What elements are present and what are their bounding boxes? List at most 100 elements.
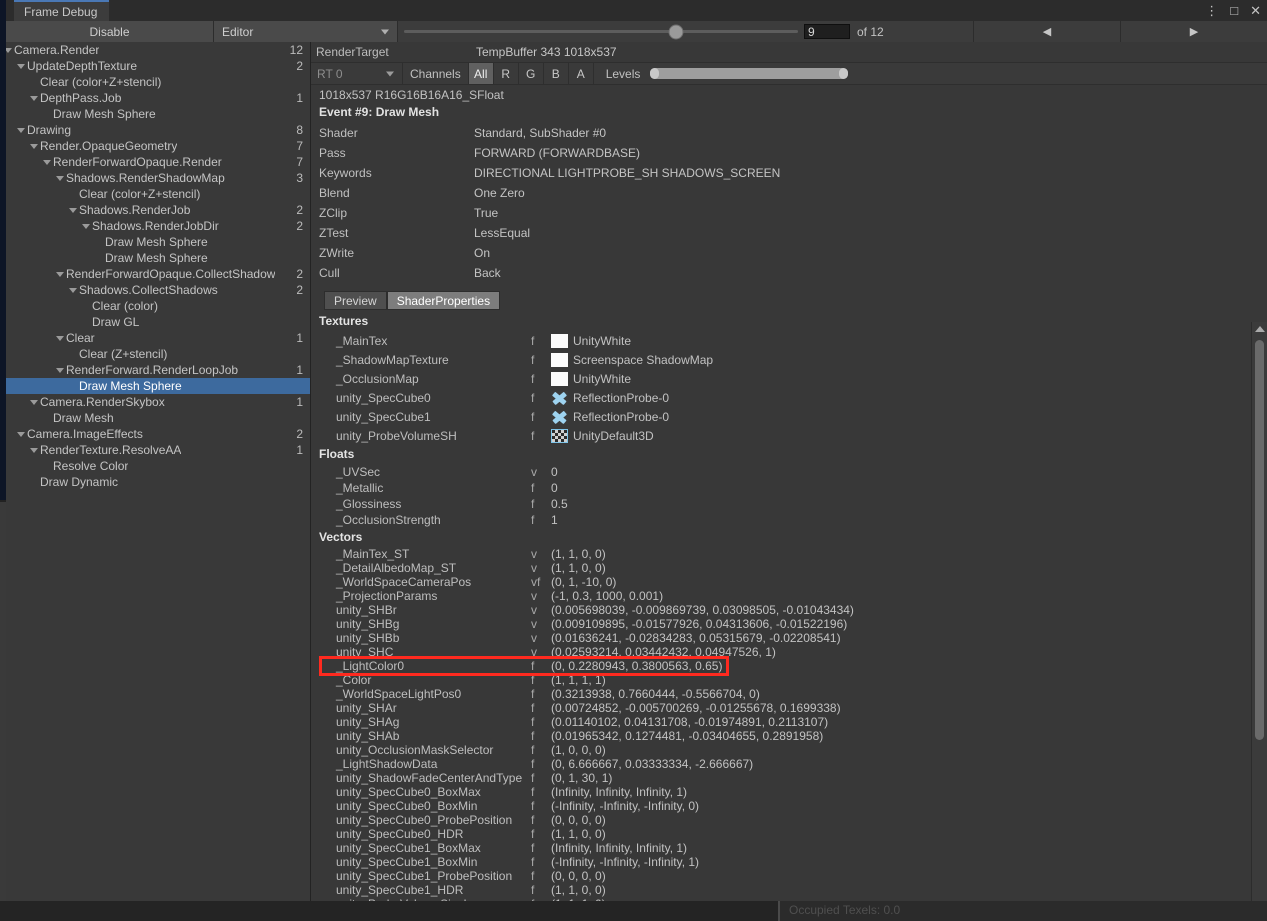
tree-item[interactable]: Shadows.CollectShadows 2 (6, 282, 310, 298)
texture-name: Screenspace ShadowMap (573, 352, 714, 367)
event-slider-knob[interactable] (668, 24, 684, 39)
tree-item[interactable]: Camera.ImageEffects 2 (6, 426, 310, 442)
tree-item[interactable]: Clear (Z+stencil) (6, 346, 310, 362)
tree-item-label: Clear (Z+stencil) (79, 347, 168, 361)
chevron-down-icon[interactable] (82, 223, 90, 229)
chevron-down-icon[interactable] (30, 399, 38, 405)
chevron-down-icon[interactable] (17, 431, 25, 437)
tree-item[interactable]: RenderForwardOpaque.Render 7 (6, 154, 310, 170)
chevron-down-icon[interactable] (56, 367, 64, 373)
property-type: f (531, 673, 535, 687)
property-row: unity_SHBr v (0.005698039, -0.009869739, 0… (311, 603, 1267, 617)
tree-item[interactable]: UpdateDepthTexture 2 (6, 58, 310, 74)
tree-item[interactable]: Clear 1 (6, 330, 310, 346)
next-event-button[interactable]: ▶ (1120, 21, 1267, 42)
kebab-menu-icon[interactable]: ⋮ (1205, 4, 1218, 17)
tree-item[interactable]: RenderTexture.ResolveAA 1 (6, 442, 310, 458)
tree-item-label: Clear (color+Z+stencil) (40, 75, 162, 89)
event-property-key: Pass (319, 146, 346, 160)
tree-item[interactable]: Render.OpaqueGeometry 7 (6, 138, 310, 154)
property-row: _DetailAlbedoMap_ST v (1, 1, 0, 0) (311, 561, 1267, 575)
tree-item[interactable]: RenderForward.RenderLoopJob 1 (6, 362, 310, 378)
tree-item[interactable]: Shadows.RenderShadowMap 3 (6, 170, 310, 186)
tree-item[interactable]: Clear (color+Z+stencil) (6, 74, 310, 90)
chevron-down-icon[interactable] (17, 127, 25, 133)
property-value: (1, 1, 0, 0) (551, 827, 606, 841)
tab-preview[interactable]: Preview (324, 291, 387, 310)
property-value: (-1, 0.3, 1000, 0.001) (551, 589, 664, 603)
property-name: unity_SHC (336, 645, 394, 659)
disable-button[interactable]: Disable (6, 21, 214, 42)
tree-item[interactable]: Draw Mesh Sphere (6, 234, 310, 250)
chevron-down-icon[interactable] (56, 175, 64, 181)
tree-item[interactable]: Shadows.RenderJobDir 2 (6, 218, 310, 234)
event-slider[interactable] (398, 21, 804, 42)
property-value: (0.02593214, 0.03442432, 0.04947526, 1) (551, 645, 776, 659)
property-row: unity_SpecCube0_BoxMax f (Infinity, Infini… (311, 785, 1267, 799)
tree-item[interactable]: Draw GL (6, 314, 310, 330)
scroll-up-icon[interactable] (1254, 326, 1265, 332)
chevron-down-icon[interactable] (56, 335, 64, 341)
chevron-down-icon[interactable] (56, 271, 64, 277)
detail-scrollbar[interactable] (1251, 322, 1267, 912)
tree-item[interactable]: DepthPass.Job 1 (6, 90, 310, 106)
tree-item-label: Shadows.CollectShadows (79, 283, 218, 297)
tab-frame-debug[interactable]: Frame Debug (14, 0, 110, 21)
chevron-down-icon[interactable] (30, 447, 38, 453)
tree-item-count: 8 (296, 123, 303, 137)
channel-button-b[interactable]: B (542, 63, 568, 84)
tree-item[interactable]: RenderForwardOpaque.CollectShadow 2 (6, 266, 310, 282)
chevron-down-icon[interactable] (30, 143, 38, 149)
chevron-down-icon[interactable] (17, 63, 25, 69)
tree-item-count: 7 (296, 139, 303, 153)
tree-item[interactable]: Clear (color) (6, 298, 310, 314)
levels-max-handle[interactable] (839, 68, 849, 79)
tab-shaderproperties[interactable]: ShaderProperties (386, 291, 501, 310)
channel-button-r[interactable]: R (492, 63, 518, 84)
rt-select-dropdown[interactable]: RT 0 (311, 63, 403, 84)
property-type: v (531, 589, 537, 603)
event-index-input[interactable]: 9 (804, 24, 850, 39)
tree-item[interactable]: Draw Dynamic (6, 474, 310, 490)
chevron-down-icon[interactable] (43, 159, 51, 165)
tree-item[interactable]: Clear (color+Z+stencil) (6, 186, 310, 202)
tree-item[interactable]: Draw Mesh (6, 410, 310, 426)
levels-min-handle[interactable] (650, 68, 660, 79)
tree-item[interactable]: Camera.RenderSkybox 1 (6, 394, 310, 410)
event-tree[interactable]: Camera.Render 12 UpdateDepthTexture 2 Clear … (6, 42, 311, 912)
close-icon[interactable]: ✕ (1250, 4, 1261, 17)
tree-item[interactable]: Resolve Color (6, 458, 310, 474)
tree-item[interactable]: Draw Mesh Sphere (6, 378, 310, 394)
property-row: unity_SpecCube1_BoxMax f (Infinity, Infini… (311, 841, 1267, 855)
tree-item[interactable]: Draw Mesh Sphere (6, 250, 310, 266)
tree-item[interactable]: Camera.Render 12 (6, 42, 310, 58)
rt-format-label: 1018x537 R16G16B16A16_SFloat (319, 88, 504, 102)
tree-item-label: UpdateDepthTexture (27, 59, 138, 73)
tree-item[interactable]: Draw Mesh Sphere (6, 106, 310, 122)
chevron-down-icon[interactable] (6, 47, 12, 53)
property-value: (Infinity, Infinity, Infinity, 1) (551, 785, 688, 799)
scrollbar-thumb[interactable] (1255, 340, 1264, 740)
chevron-down-icon[interactable] (30, 95, 38, 101)
property-name: unity_SpecCube0 (336, 390, 431, 405)
tree-item-label: Draw Mesh Sphere (105, 235, 208, 249)
maximize-icon[interactable]: □ (1230, 4, 1238, 17)
property-value: (0, 0, 0, 0) (551, 813, 606, 827)
event-slider-track[interactable] (404, 24, 798, 39)
scope-dropdown[interactable]: Editor (214, 21, 398, 42)
channel-button-a[interactable]: A (567, 63, 593, 84)
channel-button-all[interactable]: All (467, 63, 493, 84)
property-name: unity_SpecCube0_HDR (336, 827, 464, 841)
event-property-row: Pass FORWARD (FORWARDBASE) (311, 143, 1267, 163)
levels-minmax-slider[interactable] (650, 68, 849, 79)
property-row: unity_SHAb f (0.01965342, 0.1274481, -0.03… (311, 729, 1267, 743)
property-row: unity_SpecCube0_HDR f (1, 1, 0, 0) (311, 827, 1267, 841)
property-name: _MainTex_ST (336, 547, 410, 561)
channel-button-g[interactable]: G (517, 63, 543, 84)
tree-item-label: Camera.ImageEffects (27, 427, 143, 441)
chevron-down-icon[interactable] (69, 287, 77, 293)
prev-event-button[interactable]: ◀ (973, 21, 1120, 42)
tree-item[interactable]: Drawing 8 (6, 122, 310, 138)
tree-item[interactable]: Shadows.RenderJob 2 (6, 202, 310, 218)
chevron-down-icon[interactable] (69, 207, 77, 213)
